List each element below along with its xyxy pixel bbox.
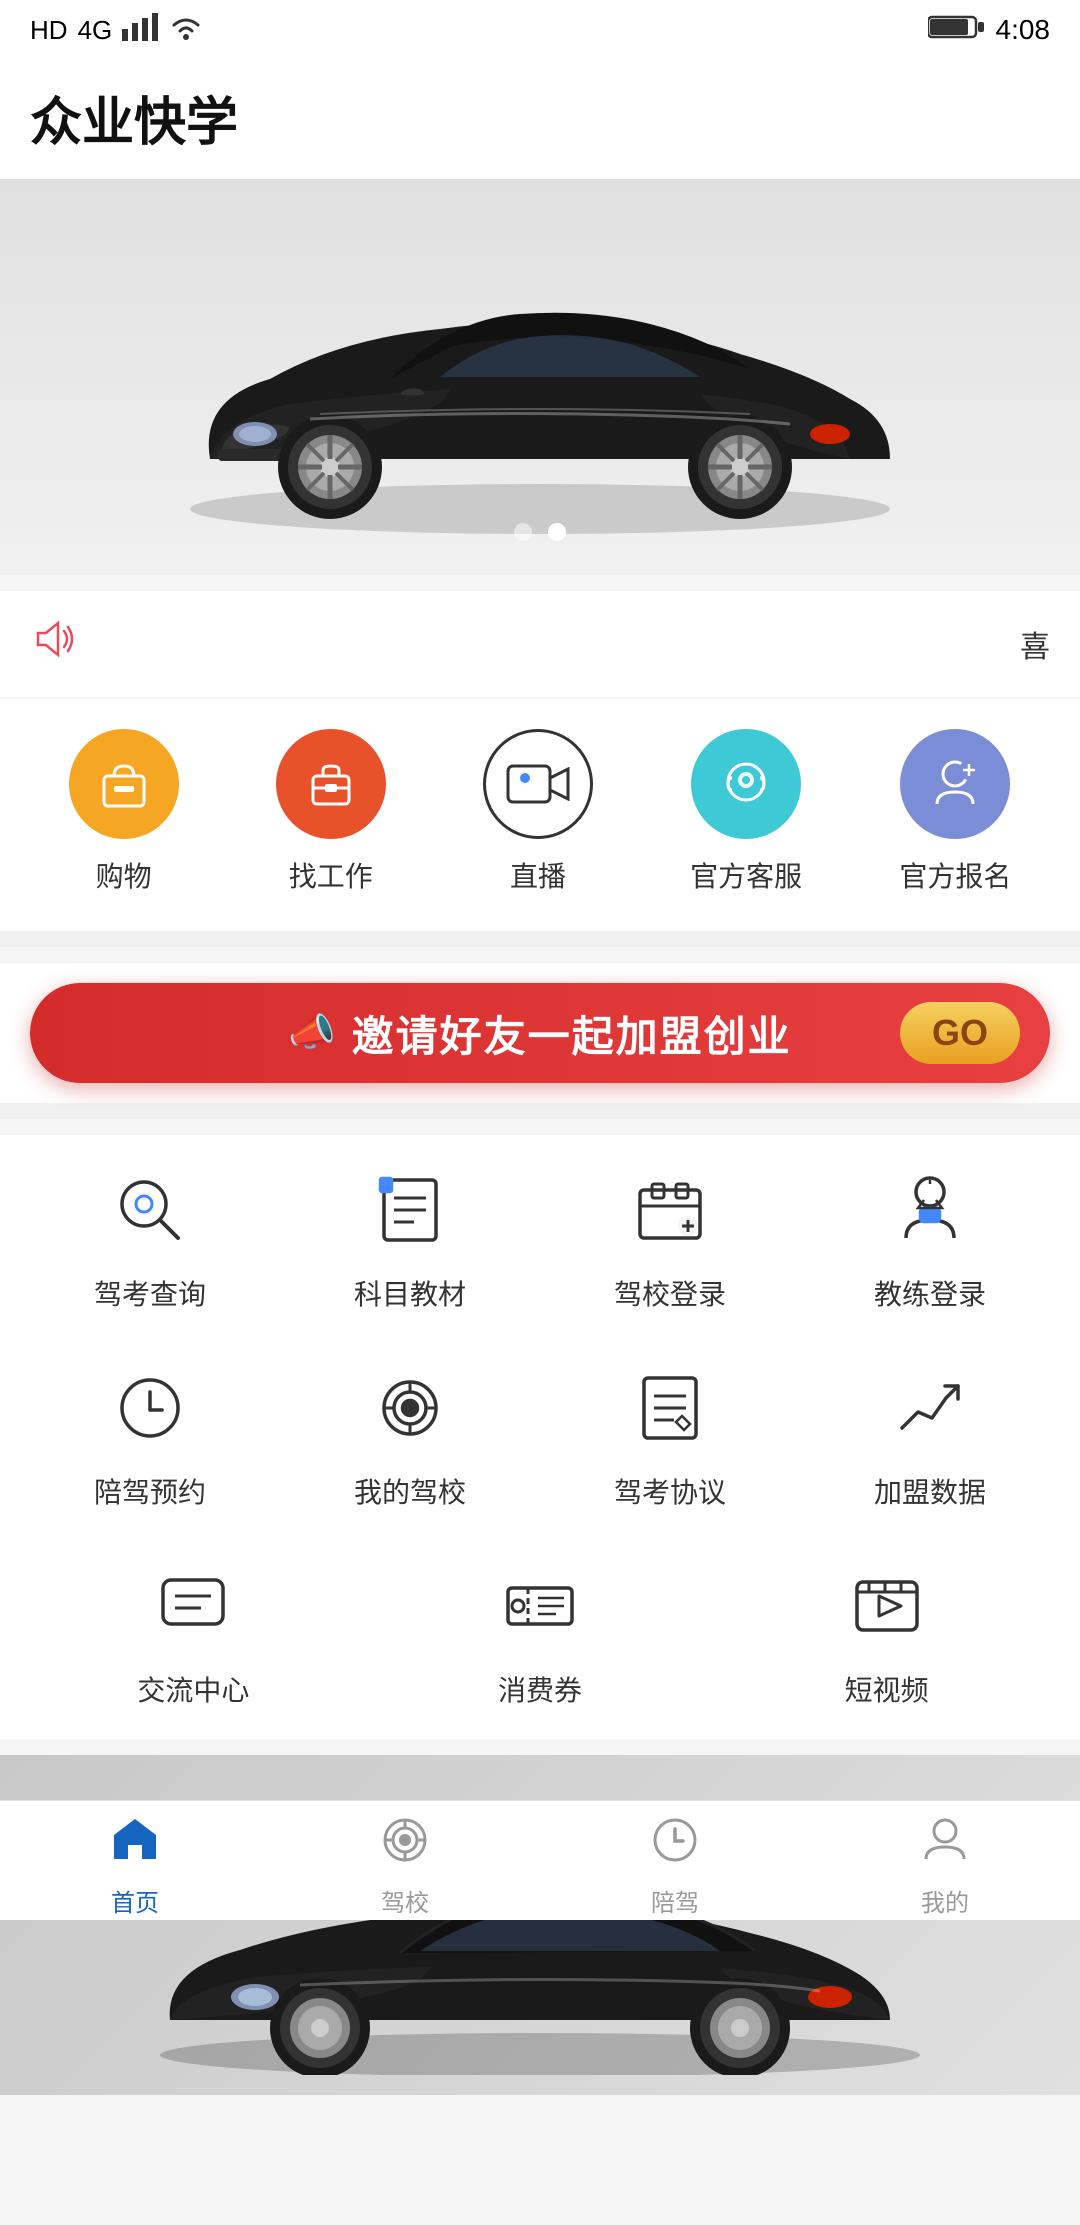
func-agreement[interactable]: 驾考协议 (540, 1363, 800, 1511)
function-row-1: 驾考查询 科目教材 (20, 1165, 1060, 1313)
accompany-label: 陪驾 (651, 1883, 699, 1918)
function-row-3: 交流中心 消费券 (20, 1561, 1060, 1709)
register-item[interactable]: 官方报名 (899, 729, 1011, 895)
school-label: 驾校 (381, 1883, 429, 1918)
nav-mine[interactable]: 我的 (810, 1803, 1080, 1918)
time-display: 4:08 (996, 14, 1051, 46)
appt-icon (105, 1363, 195, 1453)
shopping-icon (69, 729, 179, 839)
hd-indicator: HD (30, 15, 68, 46)
invite-go-button[interactable]: GO (900, 1002, 1020, 1064)
mine-label: 我的 (921, 1883, 969, 1918)
service-icon (691, 729, 801, 839)
coupon-label: 消费券 (498, 1669, 582, 1709)
shopping-item[interactable]: 购物 (69, 729, 179, 895)
banner-dots (514, 523, 566, 541)
func-data[interactable]: 加盟数据 (800, 1363, 1060, 1511)
appt-label: 陪驾预约 (94, 1471, 206, 1511)
service-item[interactable]: 官方客服 (690, 729, 802, 895)
status-left: HD 4G (30, 13, 204, 48)
invite-text: 邀请好友一起加盟创业 (352, 1003, 792, 1064)
shopping-label: 购物 (96, 855, 152, 895)
job-icon (276, 729, 386, 839)
my-school-label: 我的驾校 (354, 1471, 466, 1511)
mine-icon (918, 1813, 972, 1875)
function-row-2: 陪驾预约 我的驾校 (20, 1363, 1060, 1511)
coupon-icon (495, 1561, 585, 1651)
func-coach-reg[interactable]: 教练登录 (800, 1165, 1060, 1313)
nav-school[interactable]: 驾校 (270, 1803, 540, 1918)
register-label: 官方报名 (899, 855, 1011, 895)
job-item[interactable]: 找工作 (276, 729, 386, 895)
invite-speaker-icon: 📣 (288, 1011, 335, 1055)
bottom-navigation: 首页 驾校 陪驾 (0, 1800, 1080, 1920)
agreement-label: 驾考协议 (614, 1471, 726, 1511)
func-material[interactable]: 科目教材 (280, 1165, 540, 1313)
func-query[interactable]: 驾考查询 (20, 1165, 280, 1313)
register-icon (900, 729, 1010, 839)
material-icon (365, 1165, 455, 1255)
school-icon (378, 1813, 432, 1875)
chat-label: 交流中心 (137, 1669, 249, 1709)
signal-bars-icon (122, 13, 158, 48)
banner-car-image (0, 179, 1080, 559)
app-title: 众业快学 (0, 60, 1080, 179)
data-label: 加盟数据 (874, 1471, 986, 1511)
home-icon (108, 1813, 162, 1875)
top-icon-grid: 购物 找工作 直播 (0, 699, 1080, 931)
coach-reg-icon (885, 1165, 975, 1255)
function-section: 驾考查询 科目教材 (0, 1135, 1080, 1739)
material-label: 科目教材 (354, 1273, 466, 1313)
coach-reg-label: 教练登录 (874, 1273, 986, 1313)
dot-2[interactable] (548, 523, 566, 541)
func-short-video[interactable]: 短视频 (713, 1561, 1060, 1709)
notice-bar: 喜 (0, 591, 1080, 697)
func-appt[interactable]: 陪驾预约 (20, 1363, 280, 1511)
notice-left (30, 619, 78, 669)
chat-icon (148, 1561, 238, 1651)
func-my-school[interactable]: 我的驾校 (280, 1363, 540, 1511)
live-item[interactable]: 直播 (483, 729, 593, 895)
school-reg-label: 驾校登录 (614, 1273, 726, 1313)
func-chat[interactable]: 交流中心 (20, 1561, 367, 1709)
service-label: 官方客服 (690, 855, 802, 895)
status-right: 4:08 (928, 13, 1051, 48)
battery-icon (928, 13, 984, 48)
live-label: 直播 (510, 855, 566, 895)
query-label: 驾考查询 (94, 1273, 206, 1313)
notice-right-text: 喜 (1020, 622, 1050, 666)
short-video-icon (842, 1561, 932, 1651)
data-icon (885, 1363, 975, 1453)
dot-1[interactable] (514, 523, 532, 541)
agreement-icon (625, 1363, 715, 1453)
job-label: 找工作 (289, 855, 373, 895)
query-icon (105, 1165, 195, 1255)
short-video-label: 短视频 (845, 1669, 929, 1709)
signal-4g: 4G (78, 15, 113, 46)
nav-home[interactable]: 首页 (0, 1803, 270, 1918)
speaker-icon (30, 619, 78, 669)
status-bar: HD 4G 4:08 (0, 0, 1080, 60)
nav-accompany[interactable]: 陪驾 (540, 1803, 810, 1918)
home-label: 首页 (111, 1883, 159, 1918)
func-coupon[interactable]: 消费券 (367, 1561, 714, 1709)
func-school-reg[interactable]: 驾校登录 (540, 1165, 800, 1313)
my-school-icon (365, 1363, 455, 1453)
invite-button[interactable]: 📣 邀请好友一起加盟创业 GO (30, 983, 1050, 1083)
accompany-icon (648, 1813, 702, 1875)
hero-banner[interactable] (0, 179, 1080, 559)
wifi-icon (168, 13, 204, 48)
school-reg-icon (625, 1165, 715, 1255)
invite-section: 📣 邀请好友一起加盟创业 GO (0, 963, 1080, 1103)
live-icon (483, 729, 593, 839)
